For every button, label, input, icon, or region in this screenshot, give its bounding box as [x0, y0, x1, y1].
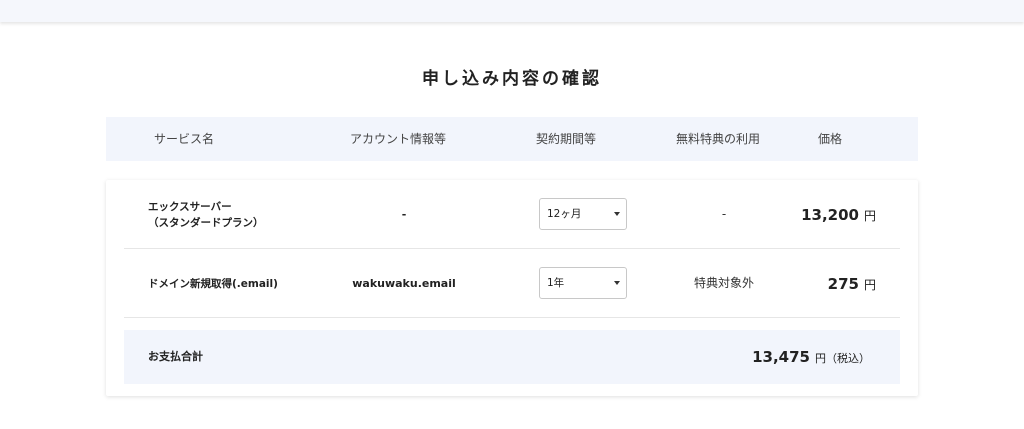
table-row: エックスサーバー （スタンダードプラン） - 12ヶ月 - 13,200 円	[124, 180, 900, 249]
table-row: ドメイン新規取得(.email) wakuwaku.email 1年 特典対象外…	[124, 249, 900, 318]
table-header: サービス名 アカウント情報等 契約期間等 無料特典の利用 価格	[106, 117, 918, 161]
total-row: お支払合計 13,475 円（税込）	[124, 330, 900, 384]
benefit-value: 特典対象外	[693, 276, 754, 290]
caret-down-icon	[614, 281, 620, 285]
header-benefit: 無料特典の利用	[676, 132, 761, 146]
total-unit: 円（税込）	[815, 352, 870, 365]
period-select[interactable]: 12ヶ月	[539, 198, 627, 230]
price-amount: 13,200	[801, 206, 859, 224]
period-select[interactable]: 1年	[539, 267, 627, 299]
service-name: エックスサーバー （スタンダードプラン）	[148, 180, 264, 249]
total-label: お支払合計	[148, 350, 203, 363]
benefit-value: -	[721, 207, 727, 221]
top-bar	[0, 0, 1024, 22]
caret-down-icon	[614, 212, 620, 216]
account-info: -	[401, 208, 407, 221]
price: 275 円	[828, 249, 876, 320]
page-title: 申し込み内容の確認	[422, 69, 602, 89]
price-unit: 円	[863, 209, 876, 223]
price-unit: 円	[863, 278, 876, 292]
service-name: ドメイン新規取得(.email)	[148, 249, 278, 318]
account-info: wakuwaku.email	[352, 277, 456, 290]
total-price: 13,475 円（税込）	[752, 330, 870, 386]
service-name-line2: （スタンダードプラン）	[148, 216, 264, 229]
price-amount: 275	[827, 275, 859, 293]
header-period: 契約期間等	[536, 132, 597, 146]
period-select-value: 12ヶ月	[547, 208, 582, 220]
service-name-line1: ドメイン新規取得(.email)	[148, 277, 278, 290]
header-service: サービス名	[154, 132, 215, 146]
price: 13,200 円	[801, 180, 876, 251]
period-select-value: 1年	[547, 277, 565, 289]
order-card: エックスサーバー （スタンダードプラン） - 12ヶ月 - 13,200 円 ドメ…	[106, 180, 918, 396]
header-account: アカウント情報等	[350, 132, 447, 146]
service-name-line1: エックスサーバー	[148, 200, 232, 213]
total-amount: 13,475	[752, 348, 810, 366]
header-price: 価格	[818, 132, 843, 146]
